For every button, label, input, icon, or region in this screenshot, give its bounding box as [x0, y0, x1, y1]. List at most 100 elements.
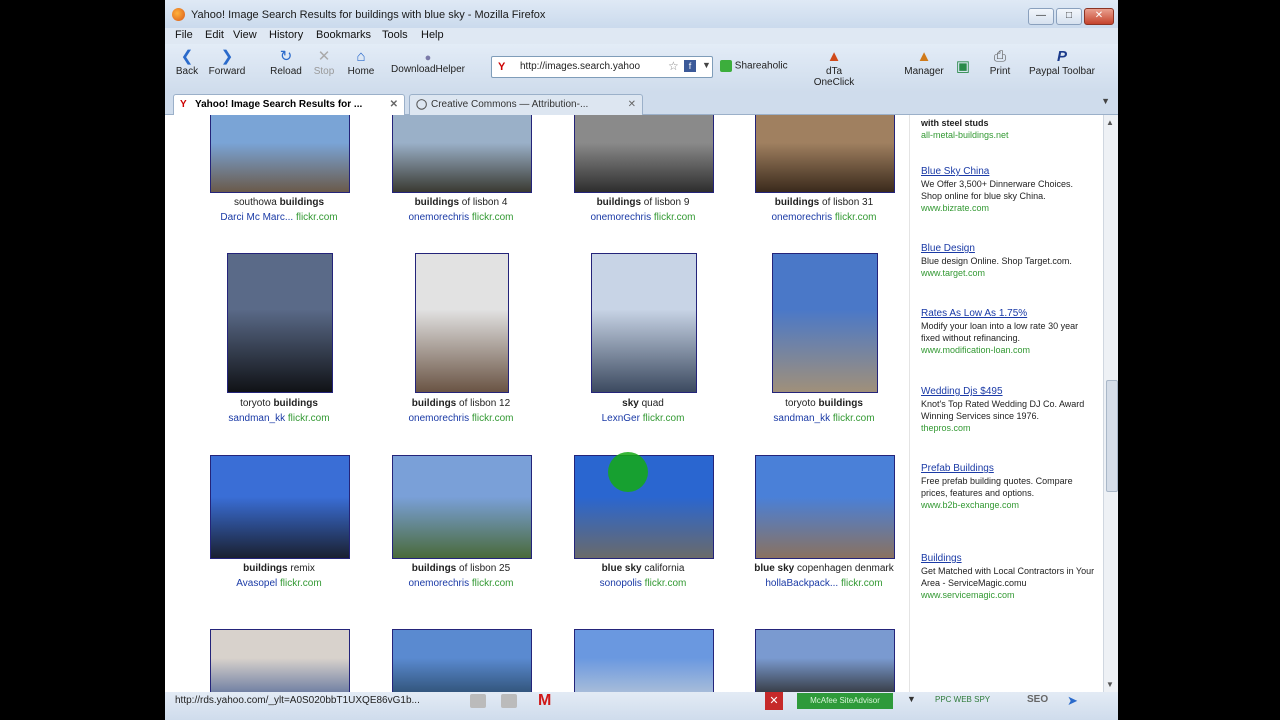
- result-source[interactable]: Darci Mc Marc... flickr.com: [194, 212, 364, 223]
- result-thumbnail[interactable]: [392, 629, 532, 692]
- menu-help[interactable]: Help: [421, 29, 444, 41]
- home-button[interactable]: ⌂ Home: [343, 48, 379, 77]
- result-source[interactable]: onemorechris flickr.com: [739, 212, 909, 223]
- result-thumbnail[interactable]: [755, 115, 895, 193]
- vertical-scrollbar[interactable]: ▲ ▼: [1103, 115, 1118, 692]
- menu-file[interactable]: File: [175, 29, 193, 41]
- result-source[interactable]: Avasopel flickr.com: [194, 578, 364, 589]
- menu-bookmarks[interactable]: Bookmarks: [316, 29, 371, 41]
- result-thumbnail[interactable]: [210, 629, 350, 692]
- print-button[interactable]: ⎙ Print: [983, 48, 1017, 77]
- adblock-icon[interactable]: ✕: [765, 692, 783, 710]
- firefox-logo-icon: [172, 8, 185, 21]
- result-source[interactable]: hollaBackpack... flickr.com: [739, 578, 909, 589]
- result-thumbnail[interactable]: [574, 115, 714, 193]
- result-source[interactable]: sonopolis flickr.com: [558, 578, 728, 589]
- result-caption[interactable]: buildings of lisbon 9: [558, 197, 728, 208]
- ad-item[interactable]: Prefab Buildings Free prefab building qu…: [921, 463, 1096, 511]
- result-source[interactable]: onemorechris flickr.com: [558, 212, 728, 223]
- result-thumbnail[interactable]: [210, 115, 350, 193]
- screenshot-icon[interactable]: ▣: [953, 58, 973, 76]
- result-thumbnail[interactable]: [755, 455, 895, 559]
- forward-button[interactable]: ❯ Forward: [205, 48, 249, 77]
- dta-oneclick-button[interactable]: ▲ dTa OneClick: [809, 48, 859, 88]
- result-source[interactable]: LexnGer flickr.com: [558, 413, 728, 424]
- facebook-icon[interactable]: f: [684, 60, 696, 72]
- scrollbar-thumb[interactable]: [1106, 380, 1118, 492]
- result-caption[interactable]: blue sky copenhagen denmark: [739, 563, 909, 574]
- close-button[interactable]: ✕: [1084, 8, 1114, 25]
- mcafee-siteadvisor-badge[interactable]: McAfee SiteAdvisor: [797, 693, 893, 709]
- shareaholic-button[interactable]: Shareaholic: [720, 60, 802, 72]
- status-addon-icon[interactable]: ➤: [1067, 693, 1078, 709]
- tab-creative-commons[interactable]: ◯ Creative Commons — Attribution-... ✕: [409, 94, 643, 115]
- menu-history[interactable]: History: [269, 29, 303, 41]
- result-caption[interactable]: buildings of lisbon 31: [739, 197, 909, 208]
- cursor-highlight: [608, 452, 648, 492]
- result-source[interactable]: onemorechris flickr.com: [376, 413, 546, 424]
- ad-item[interactable]: Blue Design Blue design Online. Shop Tar…: [921, 243, 1096, 279]
- result-caption[interactable]: buildings remix: [194, 563, 364, 574]
- downloadhelper-button[interactable]: ● DownloadHelper: [383, 52, 473, 75]
- ad-item[interactable]: Buildings Get Matched with Local Contrac…: [921, 553, 1096, 601]
- minimize-button[interactable]: —: [1028, 8, 1054, 25]
- result-caption[interactable]: buildings of lisbon 4: [376, 197, 546, 208]
- result-caption[interactable]: southowa buildings: [194, 197, 364, 208]
- result-source[interactable]: onemorechris flickr.com: [376, 212, 546, 223]
- stop-icon: ✕: [317, 48, 331, 65]
- result-caption[interactable]: toryoto buildings: [194, 398, 364, 409]
- result-thumbnail[interactable]: [392, 115, 532, 193]
- mcafee-dropdown-icon[interactable]: ▼: [907, 694, 916, 704]
- ad-item[interactable]: with steel studs all-metal-buildings.net: [921, 117, 1096, 141]
- thumbnail-image: [211, 456, 349, 558]
- menu-edit[interactable]: Edit: [205, 29, 224, 41]
- stop-button[interactable]: ✕ Stop: [311, 48, 337, 77]
- result-source[interactable]: sandman_kk flickr.com: [739, 413, 909, 424]
- menu-tools[interactable]: Tools: [382, 29, 408, 41]
- seo-button[interactable]: SEO: [1027, 694, 1048, 705]
- url-bar[interactable]: Y http://images.search.yahoo ☆ f ▼: [491, 56, 713, 78]
- result-caption[interactable]: blue sky california: [558, 563, 728, 574]
- result-caption[interactable]: sky quad: [558, 398, 728, 409]
- result-thumbnail[interactable]: [574, 629, 714, 692]
- ad-item[interactable]: Rates As Low As 1.75% Modify your loan i…: [921, 308, 1096, 356]
- addon-icon[interactable]: [470, 694, 486, 708]
- tab-yahoo-image-search[interactable]: Y Yahoo! Image Search Results for ... ✕: [173, 94, 405, 115]
- page-content: southowa buildings Darci Mc Marc... flick…: [165, 115, 1103, 692]
- thumbnail-image: [756, 456, 894, 558]
- scroll-up-icon[interactable]: ▲: [1106, 118, 1114, 127]
- result-thumbnail[interactable]: [210, 455, 350, 559]
- result-thumbnail[interactable]: [755, 629, 895, 692]
- result-source[interactable]: onemorechris flickr.com: [376, 578, 546, 589]
- result-caption[interactable]: buildings of lisbon 25: [376, 563, 546, 574]
- result-thumbnail[interactable]: [591, 253, 697, 393]
- url-dropdown-icon[interactable]: ▼: [702, 60, 711, 70]
- result-source[interactable]: sandman_kk flickr.com: [194, 413, 364, 424]
- result-thumbnail[interactable]: [415, 253, 509, 393]
- thumbnail-image: [228, 254, 332, 392]
- result-thumbnail[interactable]: [772, 253, 878, 393]
- paypal-icon: P: [1056, 48, 1067, 65]
- result-thumbnail[interactable]: [227, 253, 333, 393]
- thumbnail-image: [393, 456, 531, 558]
- manager-button[interactable]: ▲ Manager: [899, 48, 949, 77]
- ad-item[interactable]: Wedding Djs $495 Knot's Top Rated Weddin…: [921, 386, 1096, 434]
- result-caption[interactable]: toryoto buildings: [739, 398, 909, 409]
- tab-close-icon[interactable]: ✕: [628, 95, 636, 115]
- tab-list-dropdown-icon[interactable]: ▼: [1101, 96, 1110, 106]
- gmail-icon[interactable]: M: [538, 692, 551, 710]
- back-button[interactable]: ❮ Back: [171, 48, 203, 77]
- dta-icon: ▲: [826, 48, 842, 65]
- paypal-toolbar-button[interactable]: P Paypal Toolbar: [1021, 48, 1103, 77]
- addon-icon[interactable]: [501, 694, 517, 708]
- bookmark-star-icon[interactable]: ☆: [668, 59, 679, 73]
- tab-close-icon[interactable]: ✕: [390, 95, 398, 115]
- reload-button[interactable]: ↻ Reload: [267, 48, 305, 77]
- ppc-web-spy[interactable]: PPC WEB SPY: [935, 695, 990, 704]
- ad-item[interactable]: Blue Sky China We Offer 3,500+ Dinnerwar…: [921, 166, 1096, 214]
- result-caption[interactable]: buildings of lisbon 12: [376, 398, 546, 409]
- menu-view[interactable]: View: [233, 29, 257, 41]
- result-thumbnail[interactable]: [392, 455, 532, 559]
- maximize-button[interactable]: □: [1056, 8, 1082, 25]
- scroll-down-icon[interactable]: ▼: [1106, 680, 1114, 689]
